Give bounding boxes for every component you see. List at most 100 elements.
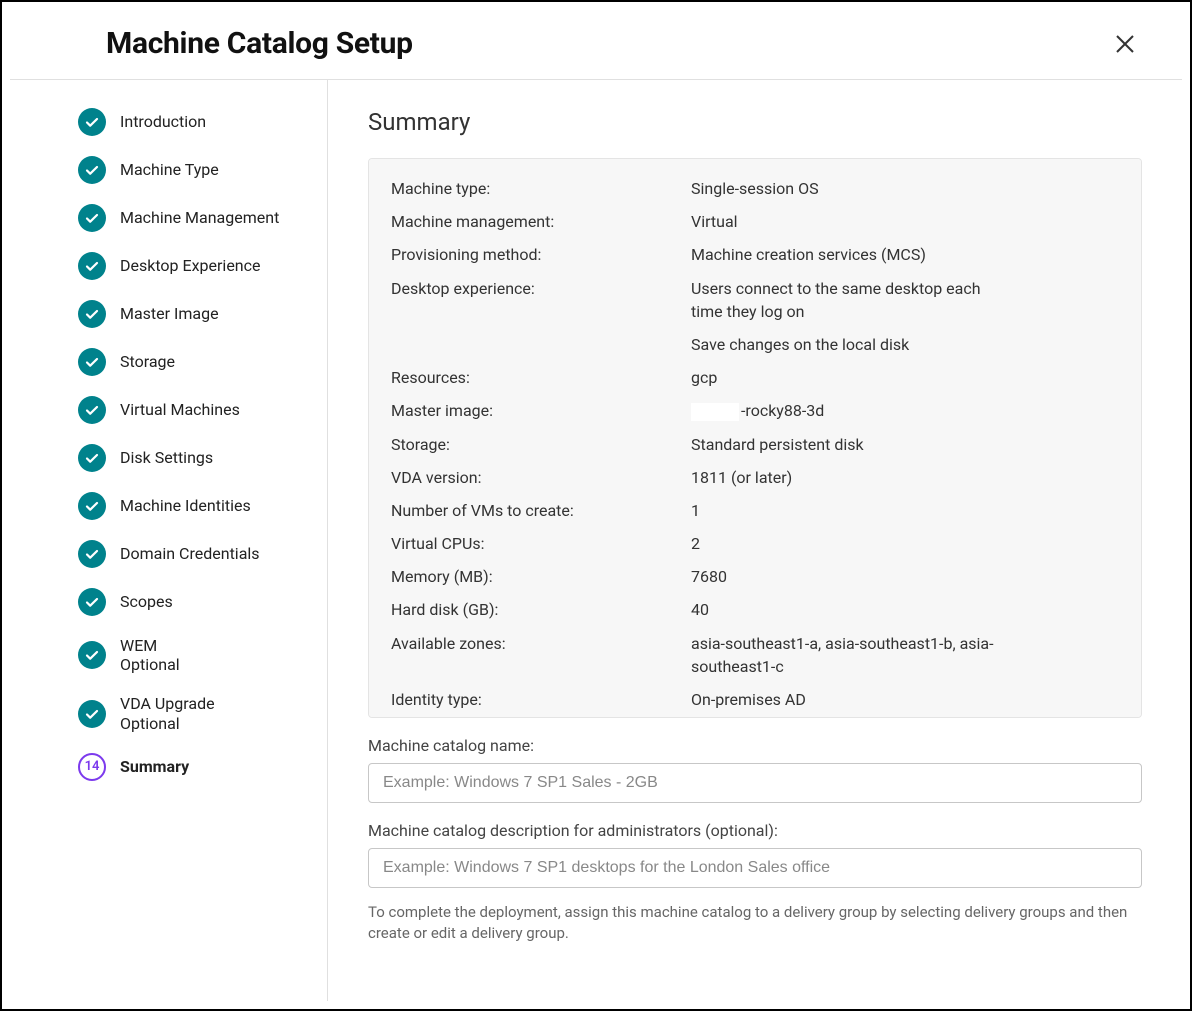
step-label: Storage — [120, 352, 175, 371]
main-panel: Summary Machine type:Single-session OSMa… — [328, 80, 1182, 1001]
summary-key: Identity type: — [391, 688, 691, 711]
close-icon — [1114, 33, 1136, 55]
step-label: Master Image — [120, 304, 219, 323]
checkmark-icon — [84, 706, 100, 722]
summary-value: -rocky88-3d — [691, 399, 1011, 422]
wizard-step-introduction[interactable]: Introduction — [78, 108, 307, 136]
summary-value: 2 — [691, 532, 1011, 555]
close-button[interactable] — [1108, 27, 1142, 61]
summary-row: Desktop experience:Users connect to the … — [391, 277, 1119, 323]
summary-key: VDA version: — [391, 466, 691, 489]
dialog-header: Machine Catalog Setup — [10, 10, 1182, 80]
redacted-text — [691, 403, 739, 421]
step-complete-icon — [78, 444, 106, 472]
summary-value: Standard persistent disk — [691, 433, 1011, 456]
checkmark-icon — [84, 498, 100, 514]
checkmark-icon — [84, 450, 100, 466]
step-label: Disk Settings — [120, 448, 213, 467]
wizard-step-scopes[interactable]: Scopes — [78, 588, 307, 616]
wizard-step-machine-management[interactable]: Machine Management — [78, 204, 307, 232]
summary-key: Resources: — [391, 366, 691, 389]
wizard-step-vda-upgrade[interactable]: VDA UpgradeOptional — [78, 694, 307, 732]
summary-row: Machine management:Virtual — [391, 210, 1119, 233]
catalog-name-label: Machine catalog name: — [368, 736, 1142, 755]
step-complete-icon — [78, 492, 106, 520]
page-heading: Summary — [368, 108, 1142, 136]
checkmark-icon — [84, 210, 100, 226]
summary-key: Machine type: — [391, 177, 691, 200]
step-complete-icon — [78, 588, 106, 616]
catalog-name-input[interactable] — [368, 763, 1142, 803]
deployment-footer-text: To complete the deployment, assign this … — [368, 902, 1142, 944]
step-label: Desktop Experience — [120, 256, 261, 275]
summary-value: Machine creation services (MCS) — [691, 243, 1011, 266]
summary-row: VDA version:1811 (or later) — [391, 466, 1119, 489]
wizard-step-machine-identities[interactable]: Machine Identities — [78, 492, 307, 520]
summary-row: Memory (MB):7680 — [391, 565, 1119, 588]
checkmark-icon — [84, 546, 100, 562]
summary-row: Machine type:Single-session OS — [391, 177, 1119, 200]
step-complete-icon — [78, 700, 106, 728]
summary-row: Available zones:asia-southeast1-a, asia-… — [391, 632, 1119, 678]
summary-row: Hard disk (GB):40 — [391, 598, 1119, 621]
summary-row: Save changes on the local disk — [391, 333, 1119, 356]
summary-row: Provisioning method:Machine creation ser… — [391, 243, 1119, 266]
wizard-step-desktop-experience[interactable]: Desktop Experience — [78, 252, 307, 280]
step-complete-icon — [78, 540, 106, 568]
checkmark-icon — [84, 258, 100, 274]
step-label: Introduction — [120, 112, 206, 131]
wizard-step-machine-type[interactable]: Machine Type — [78, 156, 307, 184]
catalog-description-input[interactable] — [368, 848, 1142, 888]
step-label: WEM — [120, 636, 180, 655]
wizard-step-master-image[interactable]: Master Image — [78, 300, 307, 328]
summary-key: Memory (MB): — [391, 565, 691, 588]
step-complete-icon — [78, 204, 106, 232]
step-label: VDA Upgrade — [120, 694, 215, 713]
step-label: Machine Management — [120, 208, 279, 227]
summary-value: Users connect to the same desktop each t… — [691, 277, 1011, 323]
checkmark-icon — [84, 114, 100, 130]
step-label: Scopes — [120, 592, 173, 611]
summary-key: Available zones: — [391, 632, 691, 655]
step-complete-icon — [78, 348, 106, 376]
dialog-body: Introduction Machine Type Machine Manageme… — [10, 80, 1182, 1001]
summary-key: Provisioning method: — [391, 243, 691, 266]
step-sublabel: Optional — [120, 714, 215, 733]
wizard-step-virtual-machines[interactable]: Virtual Machines — [78, 396, 307, 424]
summary-key: Storage: — [391, 433, 691, 456]
summary-key: Desktop experience: — [391, 277, 691, 300]
wizard-step-storage[interactable]: Storage — [78, 348, 307, 376]
summary-value: 1811 (or later) — [691, 466, 1011, 489]
step-complete-icon — [78, 300, 106, 328]
checkmark-icon — [84, 306, 100, 322]
step-complete-icon — [78, 396, 106, 424]
summary-row: Identity type:On-premises AD — [391, 688, 1119, 711]
step-label: Summary — [120, 757, 189, 776]
checkmark-icon — [84, 162, 100, 178]
summary-value: 7680 — [691, 565, 1011, 588]
step-label: Machine Identities — [120, 496, 251, 515]
summary-value: Save changes on the local disk — [691, 333, 1011, 356]
wizard-step-domain-credentials[interactable]: Domain Credentials — [78, 540, 307, 568]
dialog-title: Machine Catalog Setup — [106, 26, 413, 61]
summary-row: Resources:gcp — [391, 366, 1119, 389]
step-label: Virtual Machines — [120, 400, 240, 419]
checkmark-icon — [84, 647, 100, 663]
summary-key: Machine management: — [391, 210, 691, 233]
summary-row: Storage:Standard persistent disk — [391, 433, 1119, 456]
checkmark-icon — [84, 354, 100, 370]
summary-value: 40 — [691, 598, 1011, 621]
summary-key: Virtual CPUs: — [391, 532, 691, 555]
summary-value: gcp — [691, 366, 1011, 389]
summary-key: Master image: — [391, 399, 691, 422]
summary-value: Single-session OS — [691, 177, 1011, 200]
wizard-step-wem[interactable]: WEMOptional — [78, 636, 307, 674]
summary-box[interactable]: Machine type:Single-session OSMachine ma… — [368, 158, 1142, 718]
step-complete-icon — [78, 108, 106, 136]
summary-value: On-premises AD — [691, 688, 1011, 711]
summary-row: Number of VMs to create:1 — [391, 499, 1119, 522]
machine-catalog-setup-dialog: Machine Catalog Setup Introduction Machin… — [10, 10, 1182, 1001]
wizard-sidebar: Introduction Machine Type Machine Manageme… — [10, 80, 328, 1001]
wizard-step-summary[interactable]: 14Summary — [78, 753, 307, 781]
wizard-step-disk-settings[interactable]: Disk Settings — [78, 444, 307, 472]
